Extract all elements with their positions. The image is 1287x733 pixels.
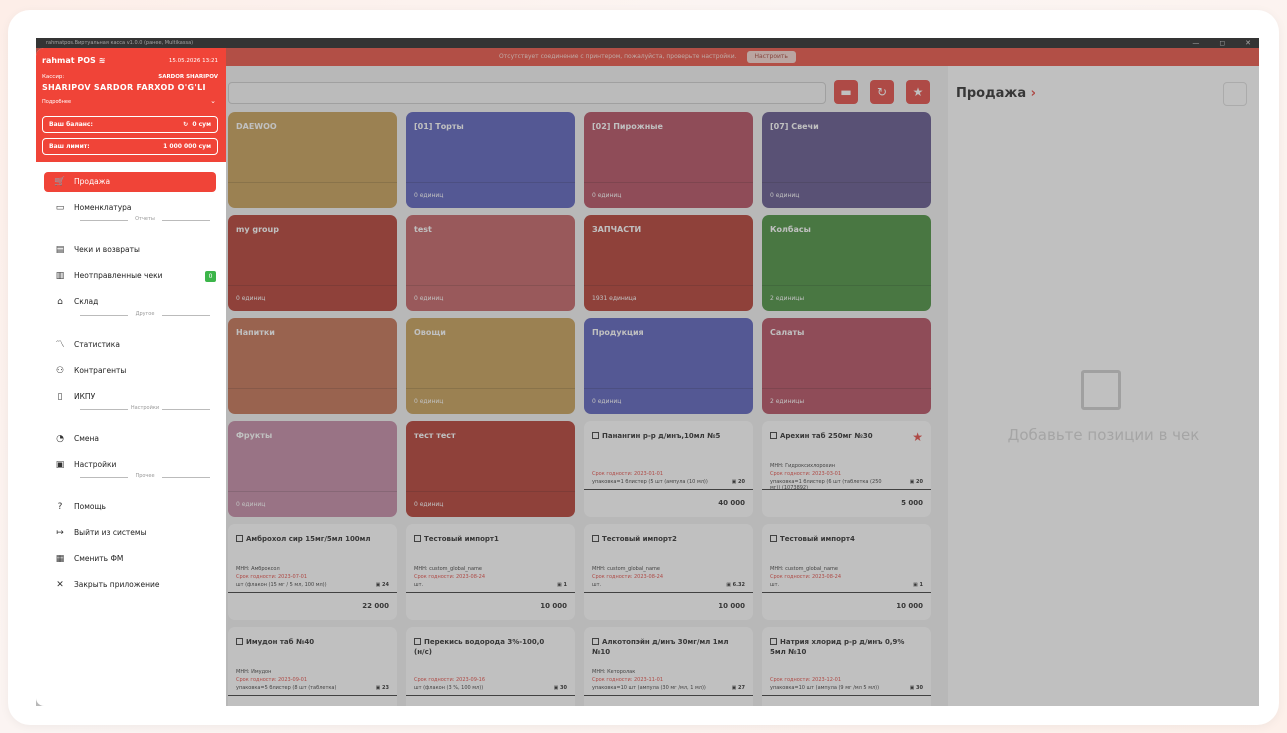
menu-section-header: Другое [80, 311, 210, 319]
fm-icon: ▦ [55, 554, 65, 564]
menu-item[interactable]: ▣ Настройки [44, 455, 216, 475]
warehouse-icon: ⌂ [57, 297, 63, 307]
chevron-down-icon[interactable]: ⌄ [210, 97, 216, 105]
wifi-icon: ≋ [98, 56, 106, 65]
brand-name: rahmat POS ≋ [42, 56, 106, 65]
refresh-balance-icon[interactable]: ↻ [183, 121, 188, 128]
menu-item-label: Чеки и возвраты [74, 245, 140, 254]
menu-section-header: Прочее [80, 473, 210, 481]
settings-icon: ▣ [55, 460, 65, 470]
chart-icon: 〽 [55, 340, 65, 350]
unsent-count-badge: 0 [205, 271, 216, 282]
limit-box: Ваш лимит: 1 000 000 сум [42, 138, 218, 155]
balance-label: Ваш баланс: [49, 121, 93, 128]
logout-icon: ↦ [56, 528, 64, 538]
menu-item-label: Сменить ФМ [74, 554, 124, 563]
menu-item[interactable]: ✕ Закрыть приложение [44, 575, 216, 595]
menu-section-header: Отчеты [80, 216, 210, 224]
limit-label: Ваш лимит: [49, 143, 90, 150]
menu-item[interactable]: ◔ Смена [44, 429, 216, 449]
menu-item[interactable]: 🛒 Продажа [44, 172, 216, 192]
close-icon: ✕ [56, 580, 64, 590]
menu-item-label: Смена [74, 434, 100, 443]
menu-item-label: Неотправленные чеки [74, 271, 163, 280]
receipt-icon: ▤ [55, 245, 65, 255]
menu-item-label: Помощь [74, 502, 106, 511]
help-icon: ? [57, 502, 63, 512]
menu-item-label: Номенклатура [74, 203, 132, 212]
unsent-receipt-icon: ▥ [55, 271, 65, 281]
users-icon: ⚇ [55, 366, 65, 376]
folder-icon: ▭ [55, 203, 65, 213]
menu-item-label: ИКПУ [74, 392, 96, 401]
book-icon: ▯ [57, 392, 63, 402]
menu-item[interactable]: 〽 Статистика [44, 335, 216, 355]
datetime: 15.05.2026 13:21 [168, 58, 218, 64]
menu-item[interactable]: ▯ ИКПУ [44, 387, 216, 407]
menu-item[interactable]: ▥ Неотправленные чеки 0 [44, 266, 216, 286]
menu-item[interactable]: ⚇ Контрагенты [44, 361, 216, 381]
cart-icon: 🛒 [54, 177, 66, 187]
menu-item[interactable]: ▦ Сменить ФМ [44, 549, 216, 569]
cashier-full-name: SHARIPOV SARDOR FARXOD O'G'LI [42, 83, 206, 92]
cashier-label: Кассир: [42, 74, 65, 80]
menu-item[interactable]: ⌂ Склад [44, 292, 216, 312]
limit-value: 1 000 000 сум [163, 143, 211, 150]
cashier-short-name: SARDOR SHARIPOV [158, 74, 218, 80]
balance-box[interactable]: Ваш баланс: ↻ 0 сум [42, 116, 218, 133]
menu-item[interactable]: ↦ Выйти из системы [44, 523, 216, 543]
menu-item-label: Закрыть приложение [74, 580, 160, 589]
menu-item-label: Настройки [74, 460, 117, 469]
shift-icon: ◔ [56, 434, 64, 444]
menu-item-label: Продажа [74, 177, 111, 186]
menu-item-label: Выйти из системы [74, 528, 147, 537]
menu-item[interactable]: ▭ Номенклатура [44, 198, 216, 218]
menu-item[interactable]: ▤ Чеки и возвраты [44, 240, 216, 260]
menu-section-header: Настройки [80, 405, 210, 413]
menu-item[interactable]: ? Помощь [44, 497, 216, 517]
drawer-header: rahmat POS ≋ 15.05.2026 13:21 Кассир: SA… [36, 48, 226, 162]
menu-item-label: Склад [74, 297, 99, 306]
details-link[interactable]: Подробнее [42, 99, 71, 105]
balance-value: ↻ 0 сум [183, 121, 211, 128]
side-drawer: rahmat POS ≋ 15.05.2026 13:21 Кассир: SA… [36, 48, 226, 706]
menu-item-label: Контрагенты [74, 366, 127, 375]
menu-item-label: Статистика [74, 340, 120, 349]
